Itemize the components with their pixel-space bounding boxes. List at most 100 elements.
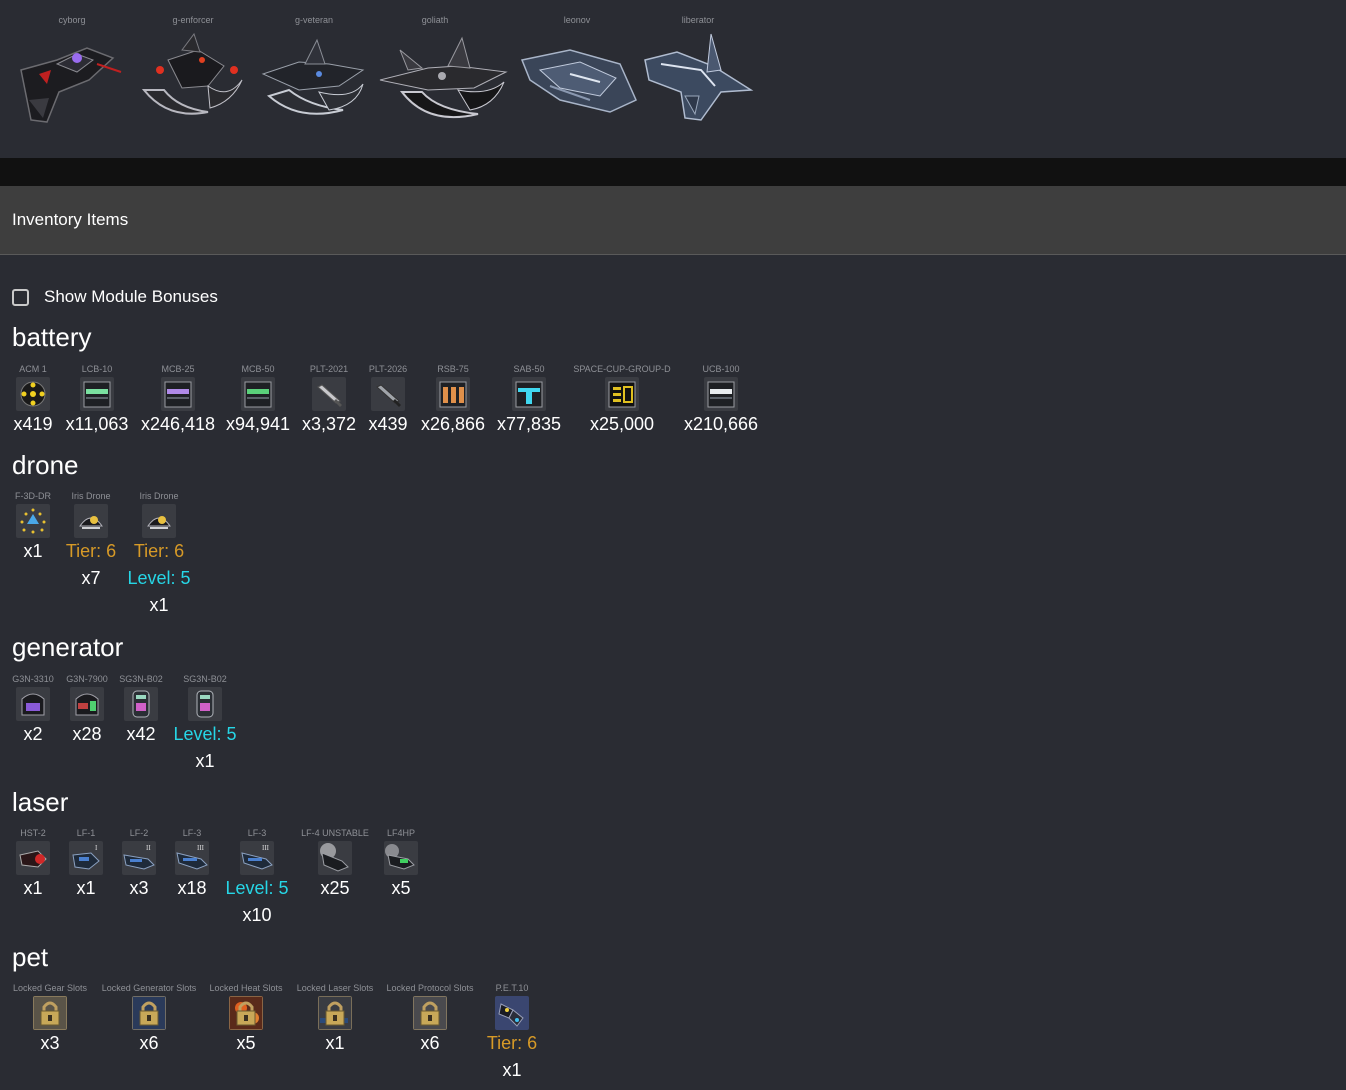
item-quantity: x1: [23, 878, 43, 898]
ship-name: liberator: [681, 15, 715, 25]
inventory-item[interactable]: Locked Gear Slots x3: [8, 982, 92, 1057]
item-quantity: x42: [126, 724, 156, 744]
item-quantity: x7: [81, 568, 101, 588]
inventory-item[interactable]: LF-1 I x1: [63, 827, 109, 902]
inventory-item[interactable]: ACM 1 x419: [10, 363, 56, 438]
inventory-item[interactable]: Iris Drone Tier: 6 x7: [62, 490, 120, 592]
item-name: Iris Drone: [71, 491, 111, 501]
inventory-item[interactable]: LF-4 UNSTABLE x25: [298, 827, 372, 902]
item-name: F-3D-DR: [15, 491, 51, 501]
generator-purple-icon: [16, 687, 50, 721]
ship-name: cyborg: [58, 15, 86, 25]
shield-generator-icon: [188, 687, 222, 721]
ship-card-goliath[interactable]: goliath: [378, 14, 508, 126]
item-tier: Tier: 6: [486, 1033, 538, 1053]
lock-protocol-icon: [413, 996, 447, 1030]
section-divider: [0, 158, 1346, 186]
ship-card-liberator[interactable]: liberator: [641, 14, 755, 126]
drone-formation-icon: [16, 504, 50, 538]
inventory-item[interactable]: LF4HP x5: [378, 827, 424, 902]
item-tier: Tier: 6: [65, 541, 117, 561]
item-quantity: x11,063: [65, 414, 129, 434]
laser-cannon-icon: III: [175, 841, 209, 875]
g-veteran-ship-icon: [261, 38, 365, 115]
inventory-item[interactable]: LF-3 III x18: [169, 827, 215, 902]
inventory-item[interactable]: MCB-50 x94,941: [224, 363, 292, 438]
inventory-item[interactable]: G3N-7900 x28: [62, 673, 112, 748]
item-quantity: x1: [502, 1060, 522, 1080]
item-name: Locked Protocol Slots: [386, 983, 474, 993]
inventory-item[interactable]: LF-2 II x3: [116, 827, 162, 902]
inventory-item[interactable]: F-3D-DR x1: [10, 490, 56, 565]
item-quantity: x2: [23, 724, 43, 744]
item-quantity: x210,666: [683, 414, 759, 434]
inventory-item[interactable]: SG3N-B02 x42: [116, 673, 166, 748]
lock-heat-icon: [229, 996, 263, 1030]
svg-text:II: II: [146, 844, 151, 852]
category-title-laser: laser: [12, 787, 69, 817]
inventory-item[interactable]: LCB-10 x11,063: [63, 363, 131, 438]
inventory-item[interactable]: G3N-3310 x2: [8, 673, 58, 748]
item-quantity: x3,372: [301, 414, 357, 434]
item-name: MCB-50: [241, 364, 275, 374]
svg-text:III: III: [262, 844, 270, 852]
item-name: SG3N-B02: [183, 674, 227, 684]
inventory-item[interactable]: SPACE-CUP-GROUP-D x25,000: [570, 363, 674, 438]
inventory-item[interactable]: SG3N-B02 Level: 5 x1: [170, 673, 240, 775]
item-name: SG3N-B02: [119, 674, 163, 684]
ammo-box-green-icon: [241, 377, 275, 411]
laser-cannon-icon: I: [69, 841, 103, 875]
inventory-item[interactable]: Iris Drone Tier: 6 Level: 5 x1: [124, 490, 194, 619]
ship-name: leonov: [563, 15, 591, 25]
item-name: MCB-25: [161, 364, 195, 374]
module-bonus-toggle[interactable]: Show Module Bonuses: [12, 286, 218, 308]
laser-cannon-icon: II: [122, 841, 156, 875]
item-quantity: x1: [325, 1033, 345, 1053]
lock-generator-icon: [132, 996, 166, 1030]
ship-card-leonov[interactable]: leonov: [520, 14, 637, 126]
inventory-item[interactable]: PLT-2021 x3,372: [299, 363, 359, 438]
inventory-item[interactable]: Locked Protocol Slots x6: [382, 982, 478, 1057]
ship-card-cyborg[interactable]: cyborg: [15, 14, 129, 126]
ship-card-g-veteran[interactable]: g-veteran: [257, 14, 371, 126]
inventory-item[interactable]: RSB-75 x26,866: [418, 363, 488, 438]
module-bonus-label: Show Module Bonuses: [44, 287, 218, 306]
item-quantity: x94,941: [225, 414, 291, 434]
ship-card-g-enforcer[interactable]: g-enforcer: [136, 14, 250, 126]
item-name: G3N-3310: [12, 674, 54, 684]
inventory-item[interactable]: PLT-2026 x439: [364, 363, 412, 438]
ship-name: g-veteran: [294, 15, 334, 25]
module-bonus-checkbox[interactable]: [12, 288, 29, 306]
laser-cannon-icon: III: [240, 841, 274, 875]
item-quantity: x1: [149, 595, 169, 615]
launcher-red-icon: [16, 841, 50, 875]
generator-green-icon: [70, 687, 104, 721]
liberator-ship-icon: [644, 33, 754, 121]
goliath-ship-icon: [379, 36, 508, 119]
inventory-item[interactable]: HST-2 x1: [10, 827, 56, 902]
item-name: Locked Laser Slots: [296, 983, 374, 993]
inventory-item[interactable]: UCB-100 x210,666: [680, 363, 762, 438]
iris-drone-icon: [142, 504, 176, 538]
inventory-item[interactable]: Locked Heat Slots x5: [206, 982, 286, 1057]
item-quantity: x26,866: [420, 414, 486, 434]
inventory-item[interactable]: Locked Laser Slots x1: [292, 982, 378, 1057]
item-quantity: x25,000: [589, 414, 655, 434]
inventory-item[interactable]: LF-3 III Level: 5 x10: [222, 827, 292, 929]
inventory-item[interactable]: SAB-50 x77,835: [494, 363, 564, 438]
item-level: Level: 5: [225, 878, 289, 898]
inventory-item[interactable]: Locked Generator Slots x6: [98, 982, 200, 1057]
inventory-item[interactable]: P.E.T.10 Tier: 6 x1: [482, 982, 542, 1084]
item-quantity: x5: [236, 1033, 256, 1053]
item-quantity: x25: [320, 878, 350, 898]
shield-generator-icon: [124, 687, 158, 721]
item-name: LF-4 UNSTABLE: [301, 828, 369, 838]
item-quantity: x1: [23, 541, 43, 561]
item-name: UCB-100: [702, 364, 740, 374]
item-name: LF-1: [76, 828, 96, 838]
inventory-item[interactable]: MCB-25 x246,418: [138, 363, 218, 438]
ammo-box-gold-icon: [605, 377, 639, 411]
item-name: LF-3: [182, 828, 202, 838]
item-name: HST-2: [20, 828, 46, 838]
item-quantity: x28: [72, 724, 102, 744]
